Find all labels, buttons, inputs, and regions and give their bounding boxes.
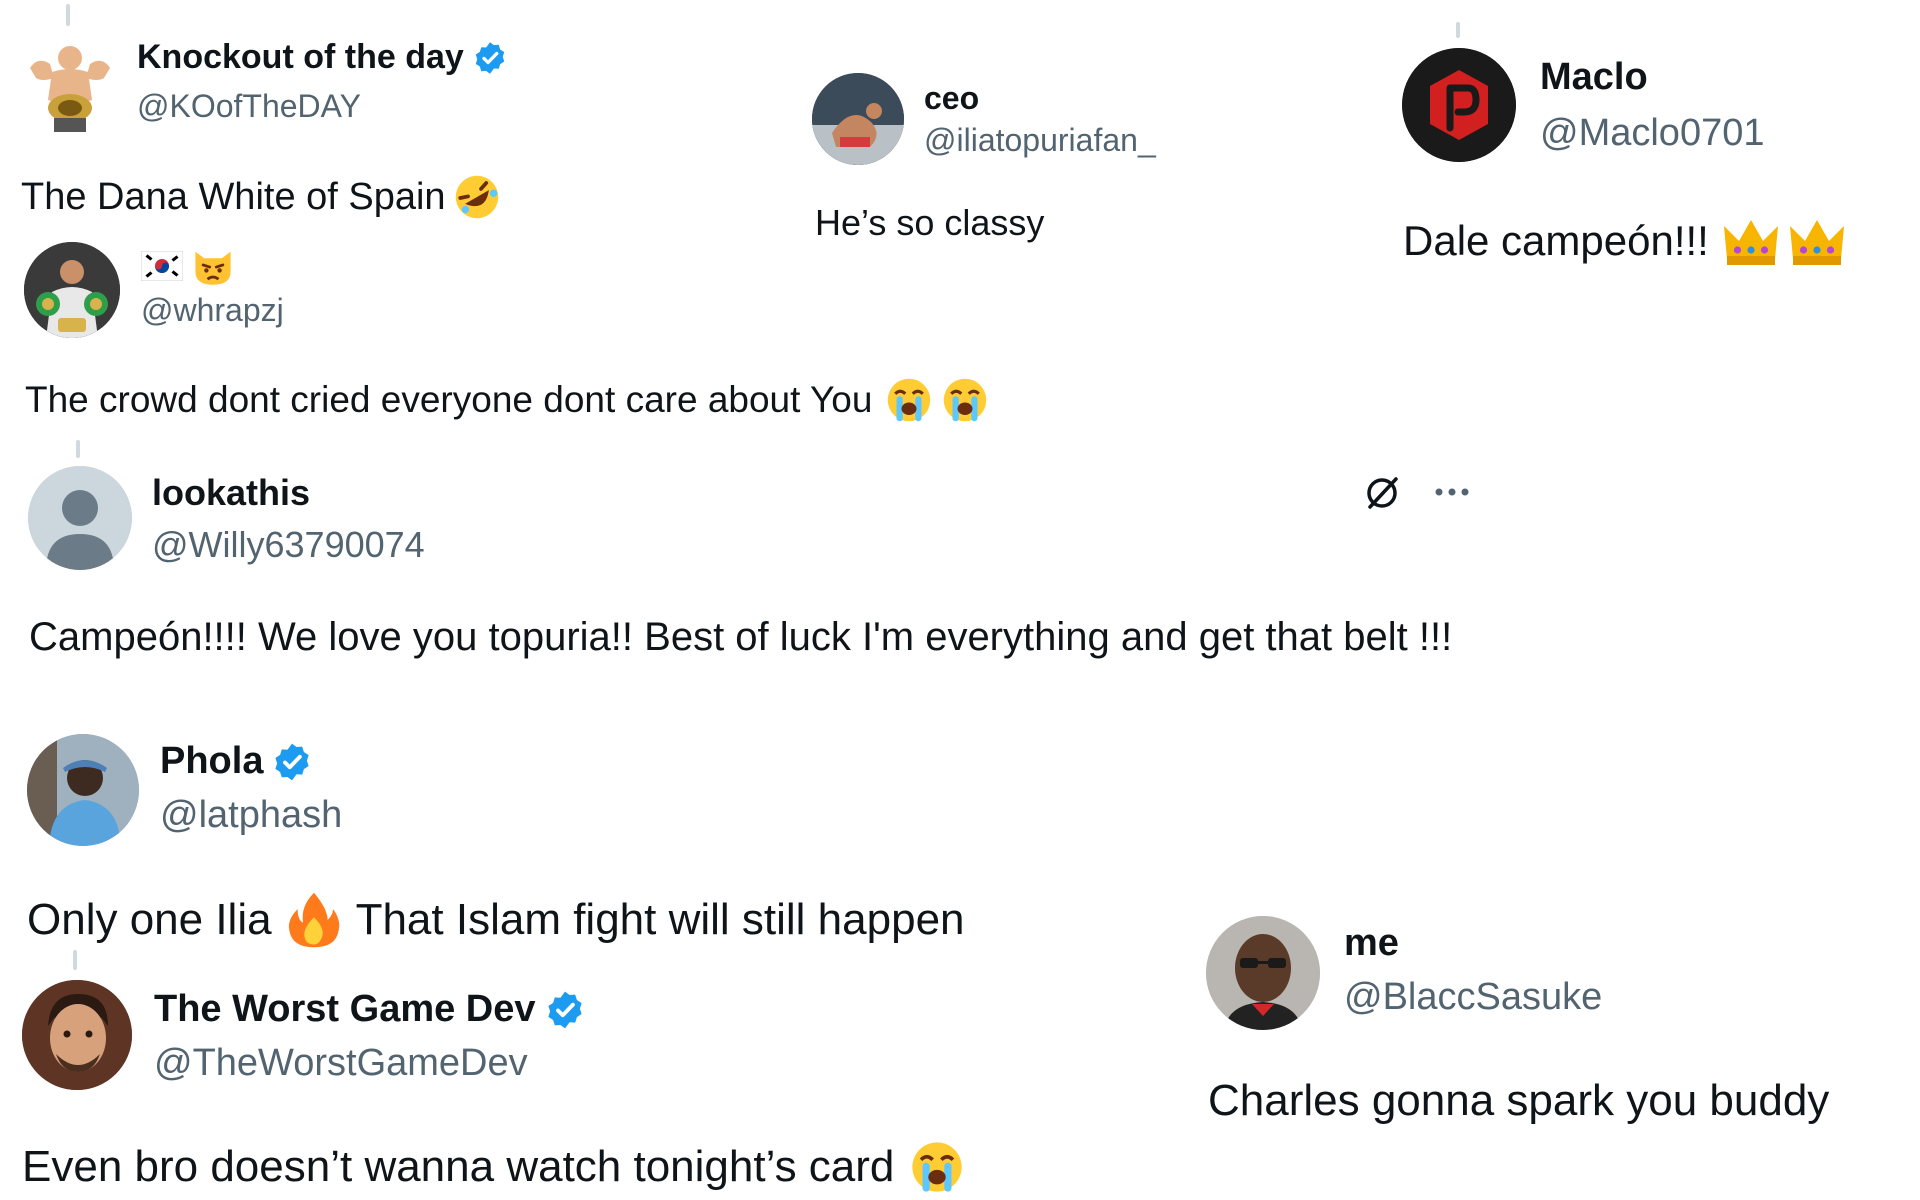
display-name-text[interactable]: me — [1344, 922, 1399, 965]
loudly-crying-face-icon — [884, 375, 934, 425]
display-name[interactable]: lookathis — [152, 472, 310, 514]
avatar[interactable] — [22, 38, 118, 134]
fight-photo-avatar-icon — [812, 73, 904, 165]
rolling-on-floor-laughing-icon — [452, 172, 502, 222]
loudly-crying-face-icon — [908, 1138, 966, 1196]
display-name[interactable]: Phola — [160, 740, 313, 783]
boxer-belts-avatar-icon — [24, 242, 120, 338]
crown-icon — [1721, 213, 1781, 269]
avatar[interactable] — [22, 980, 132, 1090]
avatar[interactable] — [812, 73, 904, 165]
tweet-text-content: Dale campeón!!! — [1403, 217, 1709, 264]
display-name[interactable]: Knockout of the day — [137, 38, 508, 77]
thread-connector — [1456, 22, 1460, 38]
display-name-text[interactable]: Phola — [160, 740, 263, 783]
crown-icon — [1787, 213, 1847, 269]
thread-connector — [66, 4, 70, 26]
tweet-text: Even bro doesn’t wanna watch tonight’s c… — [22, 1138, 966, 1196]
tweet-text: The Dana White of Spain — [21, 172, 502, 222]
handle[interactable]: @Willy63790074 — [152, 524, 425, 566]
display-name[interactable]: me — [1344, 922, 1399, 965]
display-name[interactable]: Maclo — [1540, 56, 1648, 99]
tweet-text-content: Charles gonna spark you buddy — [1208, 1076, 1830, 1125]
handle[interactable]: @whrapzj — [141, 292, 284, 329]
avatar[interactable] — [24, 242, 120, 338]
handle[interactable]: @KOofTheDAY — [137, 88, 361, 125]
tweet-text-content: He’s so classy — [815, 202, 1045, 243]
tweet-text: Charles gonna spark you buddy — [1208, 1076, 1829, 1126]
tweet-text-content: Even bro doesn’t wanna watch tonight’s c… — [22, 1142, 895, 1191]
display-name[interactable]: ceo — [924, 80, 979, 117]
handle[interactable]: @iliatopuriafan_ — [924, 122, 1156, 159]
display-name-text[interactable]: lookathis — [152, 472, 310, 514]
handle[interactable]: @BlaccSasuke — [1344, 976, 1602, 1019]
tweet-text-content: The Dana White of Spain — [21, 175, 446, 218]
tweet-text-content: That Islam fight will still happen — [355, 895, 965, 944]
tweet-text: Only one Ilia That Islam fight will stil… — [27, 890, 965, 950]
display-name-text[interactable]: Maclo — [1540, 56, 1648, 99]
handle[interactable]: @Maclo0701 — [1540, 112, 1764, 155]
tweet-text: The crowd dont cried everyone dont care … — [25, 375, 990, 425]
thread-connector — [76, 440, 80, 458]
display-name-text[interactable]: Knockout of the day — [137, 38, 464, 77]
verified-badge-icon — [544, 989, 586, 1031]
display-name[interactable]: The Worst Game Dev — [154, 988, 586, 1031]
tweet-text-content: Campeón!!!! We love you topuria!! Best o… — [29, 615, 1453, 659]
verified-badge-icon — [271, 741, 313, 783]
me-avatar-icon — [1206, 916, 1320, 1030]
tweet-text-content: The crowd dont cried everyone dont care … — [25, 379, 873, 420]
handle[interactable]: @TheWorstGameDev — [154, 1042, 528, 1085]
south-korea-flag-icon — [141, 251, 183, 281]
display-name[interactable] — [141, 245, 243, 287]
handle[interactable]: @latphash — [160, 794, 342, 837]
avatar[interactable] — [28, 466, 132, 570]
verified-badge-icon — [472, 40, 508, 76]
grok-icon[interactable] — [1362, 472, 1402, 512]
tweet-text-content: Only one Ilia — [27, 895, 272, 944]
avatar[interactable] — [1206, 916, 1320, 1030]
display-name-text[interactable]: ceo — [924, 80, 979, 117]
more-icon[interactable] — [1432, 482, 1472, 502]
display-name-text[interactable]: The Worst Game Dev — [154, 988, 536, 1031]
avatar[interactable] — [27, 734, 139, 846]
avatar[interactable] — [1402, 48, 1516, 162]
tweet-text: He’s so classy — [815, 202, 1044, 244]
fire-icon — [286, 890, 342, 950]
tweet-text: Campeón!!!! We love you topuria!! Best o… — [29, 608, 1499, 666]
phola-avatar-icon — [27, 734, 139, 846]
game-dev-avatar-icon — [22, 980, 132, 1090]
default-profile-icon — [28, 466, 132, 570]
tweet-text: Dale campeón!!! — [1403, 213, 1847, 269]
pouting-cat-icon — [191, 245, 235, 287]
fighter-avatar-icon — [30, 46, 110, 132]
thread-connector — [73, 950, 77, 970]
loudly-crying-face-icon — [940, 375, 990, 425]
maclo-logo-icon — [1402, 48, 1516, 162]
